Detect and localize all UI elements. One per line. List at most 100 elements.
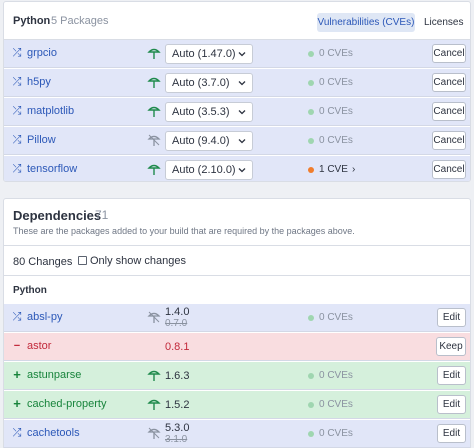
version-select[interactable]: Auto (1.47.0) [165,44,253,64]
package-name[interactable]: absl-py [27,311,62,323]
cve-count: 0 CVEs [319,370,353,381]
new-version: 1.4.0 [165,306,190,318]
old-version: 3.1.0 [165,434,188,445]
only-show-changes-checkbox[interactable] [78,256,87,265]
version: 1.4.0 0.7.0 [165,306,190,330]
shuffle-icon: ⤮ [12,105,22,117]
package-name[interactable]: astunparse [27,369,81,381]
cve-count: 0 CVEs [319,48,353,59]
cancel-button[interactable]: Cancel [432,73,466,92]
packages-header: Python 5 Packages Vulnerabilities (CVEs)… [4,2,470,40]
package-name[interactable]: grpcio [27,47,57,59]
version: 5.3.0 3.1.0 [165,423,189,446]
version-select[interactable]: Auto (2.10.0) [165,160,253,180]
edit-button[interactable]: Edit [437,395,466,414]
version-select-value: Auto (3.7.0) [172,77,230,89]
tree-icon [147,46,161,60]
shuffle-icon: ⤮ [12,76,22,88]
status-dot [308,51,314,57]
package-row: ⤮ h5py Auto (3.7.0) 0 CVEs Cancel [4,69,470,97]
dependency-row: + astunparse 1.6.3 0 CVEs Edit [4,362,470,390]
tab-licenses[interactable]: Licenses [424,13,463,32]
package-name[interactable]: tensorflow [27,163,77,175]
only-show-changes-label[interactable]: Only show changes [90,255,186,267]
tab-vulnerabilities[interactable]: Vulnerabilities (CVEs) [317,13,415,32]
status-dot [308,315,314,321]
shuffle-icon: ⤮ [12,134,22,146]
chevron-down-icon [238,139,246,144]
chevron-down-icon [238,168,246,173]
dependencies-count: 71 [95,208,109,222]
tree-muted-icon [147,133,161,147]
dependency-row: ⤮ absl-py 1.4.0 0.7.0 0 CVEs Edit [4,304,470,332]
version-select[interactable]: Auto (3.7.0) [165,73,253,93]
package-row: ⤮ Pillow Auto (9.4.0) 0 CVEs Cancel [4,127,470,155]
cve-count: 0 CVEs [319,428,353,439]
divider [4,245,470,246]
status-dot [308,138,314,144]
shuffle-icon: ⤮ [12,163,22,175]
version: 1.5.2 [165,399,190,411]
changes-count: 80 Changes [13,256,73,268]
dependency-row: − astor 0.8.1 Keep [4,333,470,361]
old-version: 0.7.0 [165,318,188,329]
keep-button[interactable]: Keep [436,337,466,356]
cancel-button[interactable]: Cancel [432,160,466,179]
package-row: ⤮ tensorflow Auto (2.10.0) 1 CVE › Cance… [4,156,470,181]
plus-icon: + [13,396,21,411]
tree-icon [147,75,161,89]
cancel-button[interactable]: Cancel [432,102,466,121]
version-select[interactable]: Auto (9.4.0) [165,131,253,151]
chevron-down-icon [238,81,246,86]
edit-button[interactable]: Edit [437,308,466,327]
package-name[interactable]: Pillow [27,134,56,146]
version-select-value: Auto (2.10.0) [172,164,236,176]
version-select-value: Auto (3.5.3) [172,106,230,118]
shuffle-icon: ⤮ [12,427,22,439]
dependencies-card: Dependencies 71 These are the packages a… [3,198,471,448]
section-heading: Python [13,285,47,296]
dependencies-title: Dependencies [13,208,102,223]
chevron-right-icon[interactable]: › [352,164,355,175]
plus-icon: + [13,367,21,382]
chevron-down-icon [238,52,246,57]
version-select-value: Auto (1.47.0) [172,48,236,60]
chevron-down-icon [238,110,246,115]
warning-dot [308,167,314,173]
dependency-row: ⤮ cachetools 5.3.0 3.1.0 0 CVEs Edit [4,420,470,448]
cve-count: 0 CVEs [319,312,353,323]
tree-icon [147,368,161,382]
tree-icon [147,104,161,118]
version-select-value: Auto (9.4.0) [172,135,230,147]
cve-count: 0 CVEs [319,77,353,88]
edit-button[interactable]: Edit [437,366,466,385]
package-name[interactable]: cachetools [27,427,80,439]
divider [4,275,470,276]
shuffle-icon: ⤮ [12,47,22,59]
package-row: ⤮ grpcio Auto (1.47.0) 0 CVEs Cancel [4,40,470,68]
cve-count: 0 CVEs [319,399,353,410]
package-name[interactable]: matplotlib [27,105,74,117]
tree-icon [147,397,161,411]
packages-card: Python 5 Packages Vulnerabilities (CVEs)… [3,1,471,182]
shuffle-icon: ⤮ [12,311,22,323]
cve-count[interactable]: 1 CVE [319,164,348,175]
tree-muted-icon [147,426,161,440]
package-name[interactable]: cached-property [27,398,107,410]
edit-button[interactable]: Edit [437,424,466,443]
packages-count: 5 Packages [51,15,109,27]
package-name[interactable]: h5py [27,76,51,88]
tree-icon [147,162,161,176]
cancel-button[interactable]: Cancel [432,131,466,150]
package-name[interactable]: astor [27,340,51,352]
status-dot [308,431,314,437]
dependency-row: + cached-property 1.5.2 0 CVEs Edit [4,391,470,419]
status-dot [308,402,314,408]
dependencies-description: These are the packages added to your bui… [13,226,355,236]
minus-icon: − [13,340,21,352]
version-select[interactable]: Auto (3.5.3) [165,102,253,122]
status-dot [308,373,314,379]
cancel-button[interactable]: Cancel [432,44,466,63]
cve-count: 0 CVEs [319,106,353,117]
tree-muted-icon [147,310,161,324]
